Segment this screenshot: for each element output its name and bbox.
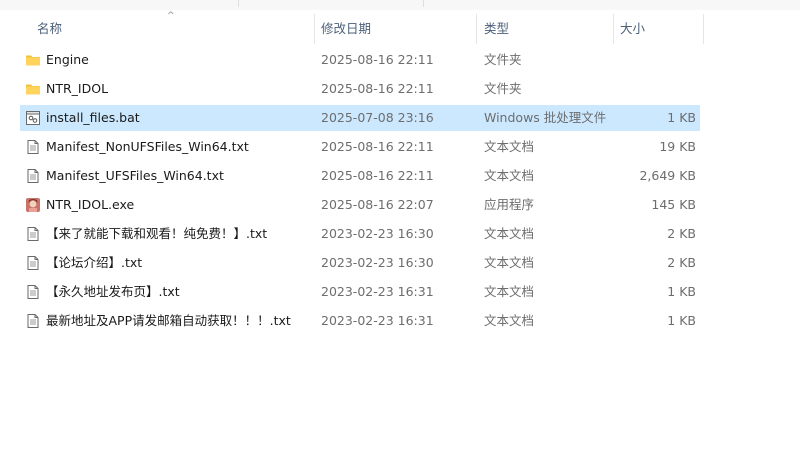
file-size: 1 KB: [667, 110, 696, 125]
file-name: Manifest_NonUFSFiles_Win64.txt: [46, 139, 249, 154]
file-size: 2,649 KB: [639, 168, 696, 183]
text-file-icon: [25, 284, 41, 300]
file-modified-date: 2025-08-16 22:07: [321, 197, 434, 212]
file-name: NTR_IDOL.exe: [46, 197, 135, 212]
folder-icon: [25, 81, 41, 97]
text-file-icon: [25, 226, 41, 242]
column-header-name[interactable]: 名称: [37, 14, 62, 44]
file-row[interactable]: 【论坛介绍】.txt 2023-02-23 16:30 文本文档 2 KB: [20, 250, 700, 276]
file-name: install_files.bat: [46, 110, 140, 125]
file-type: 文本文档: [484, 139, 535, 154]
file-name: 【论坛介绍】.txt: [46, 255, 143, 270]
file-modified-date: 2023-02-23 16:30: [321, 226, 434, 241]
file-size: 2 KB: [667, 226, 696, 241]
column-divider[interactable]: [314, 14, 315, 44]
file-type: 文本文档: [484, 255, 535, 270]
file-row[interactable]: Engine 2025-08-16 22:11 文件夹: [20, 47, 700, 73]
file-size: 1 KB: [667, 313, 696, 328]
column-header-date[interactable]: 修改日期: [321, 14, 371, 44]
file-name: 【来了就能下载和观看！纯免费！】.txt: [46, 226, 268, 241]
file-modified-date: 2023-02-23 16:31: [321, 284, 434, 299]
file-modified-date: 2025-08-16 22:11: [321, 52, 434, 67]
file-row[interactable]: Manifest_UFSFiles_Win64.txt 2025-08-16 22…: [20, 163, 700, 189]
file-row[interactable]: install_files.bat 2025-07-08 23:16 Windows…: [20, 105, 700, 131]
column-header-type[interactable]: 类型: [484, 14, 509, 44]
toolbar-strip: [0, 0, 800, 10]
column-divider[interactable]: [476, 14, 477, 44]
file-row[interactable]: Manifest_NonUFSFiles_Win64.txt 2025-08-16…: [20, 134, 700, 160]
toolbar-divider: [238, 0, 239, 7]
file-type: 文本文档: [484, 226, 535, 241]
batch-file-icon: [25, 110, 41, 126]
file-name: 【永久地址发布页】.txt: [46, 284, 180, 299]
text-file-icon: [25, 255, 41, 271]
file-modified-date: 2023-02-23 16:31: [321, 313, 434, 328]
file-type: 应用程序: [484, 197, 535, 212]
file-type: 文本文档: [484, 313, 535, 328]
text-file-icon: [25, 139, 41, 155]
app-icon: [25, 197, 41, 213]
sort-ascending-icon: ^: [167, 11, 175, 21]
file-modified-date: 2025-07-08 23:16: [321, 110, 434, 125]
file-size: 145 KB: [651, 197, 696, 212]
file-row[interactable]: 【永久地址发布页】.txt 2023-02-23 16:31 文本文档 1 KB: [20, 279, 700, 305]
text-file-icon: [25, 168, 41, 184]
file-size: 2 KB: [667, 255, 696, 270]
toolbar-divider: [423, 0, 424, 7]
file-modified-date: 2025-08-16 22:11: [321, 168, 434, 183]
file-name: 最新地址及APP请发邮箱自动获取！！！.txt: [46, 313, 291, 328]
column-header-size[interactable]: 大小: [620, 14, 645, 44]
file-type: 文本文档: [484, 168, 535, 183]
file-type: 文件夹: [484, 81, 522, 96]
file-name: NTR_IDOL: [46, 81, 109, 96]
file-size: 19 KB: [659, 139, 696, 154]
file-name: Manifest_UFSFiles_Win64.txt: [46, 168, 224, 183]
file-row[interactable]: 【来了就能下载和观看！纯免费！】.txt 2023-02-23 16:30 文本文档…: [20, 221, 700, 247]
file-modified-date: 2023-02-23 16:30: [321, 255, 434, 270]
file-size: 1 KB: [667, 284, 696, 299]
folder-icon: [25, 52, 41, 68]
file-row[interactable]: NTR_IDOL 2025-08-16 22:11 文件夹: [20, 76, 700, 102]
column-divider[interactable]: [703, 14, 704, 44]
file-row[interactable]: 最新地址及APP请发邮箱自动获取！！！.txt 2023-02-23 16:31 文…: [20, 308, 700, 334]
column-header: ^ 名称 修改日期 类型 大小: [0, 11, 800, 44]
file-modified-date: 2025-08-16 22:11: [321, 81, 434, 96]
file-row[interactable]: NTR_IDOL.exe 2025-08-16 22:07 应用程序 145 KB: [20, 192, 700, 218]
file-type: 文件夹: [484, 52, 522, 67]
file-type: 文本文档: [484, 284, 535, 299]
file-modified-date: 2025-08-16 22:11: [321, 139, 434, 154]
file-type: Windows 批处理文件: [484, 110, 607, 125]
text-file-icon: [25, 313, 41, 329]
file-name: Engine: [46, 52, 89, 67]
column-divider[interactable]: [613, 14, 614, 44]
